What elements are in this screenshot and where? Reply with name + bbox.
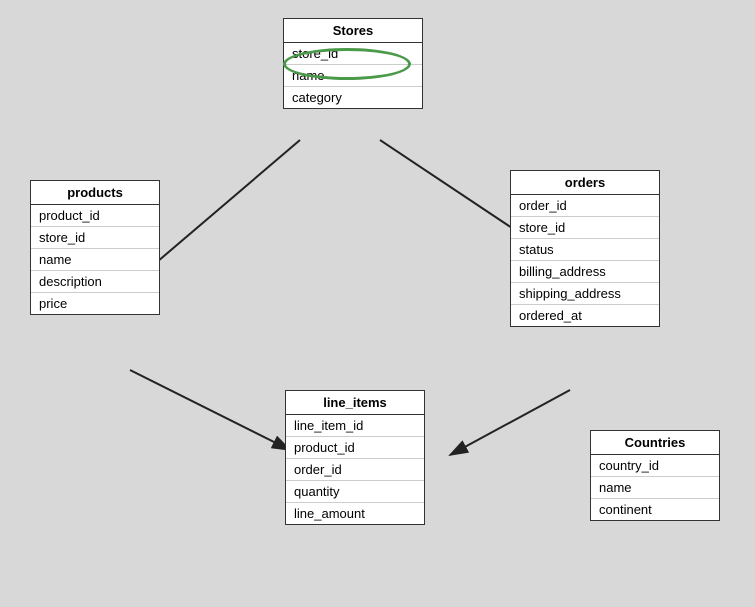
orders-table: orders order_id store_id status billing_… — [510, 170, 660, 327]
stores-field-category: category — [284, 87, 422, 108]
products-field-price: price — [31, 293, 159, 314]
line-items-field-quantity: quantity — [286, 481, 424, 503]
products-field-name: name — [31, 249, 159, 271]
orders-field-shipping-address: shipping_address — [511, 283, 659, 305]
orders-field-status: status — [511, 239, 659, 261]
line-items-field-line-amount: line_amount — [286, 503, 424, 524]
products-field-description: description — [31, 271, 159, 293]
stores-header: Stores — [284, 19, 422, 43]
stores-table: Stores store_id name category — [283, 18, 423, 109]
line-items-field-order-id: order_id — [286, 459, 424, 481]
line-items-header: line_items — [286, 391, 424, 415]
line-items-field-product-id: product_id — [286, 437, 424, 459]
stores-field-store-id: store_id — [284, 43, 422, 65]
products-field-store-id: store_id — [31, 227, 159, 249]
orders-field-billing-address: billing_address — [511, 261, 659, 283]
countries-field-name: name — [591, 477, 719, 499]
orders-field-order-id: order_id — [511, 195, 659, 217]
orders-field-ordered-at: ordered_at — [511, 305, 659, 326]
products-field-product-id: product_id — [31, 205, 159, 227]
countries-field-continent: continent — [591, 499, 719, 520]
orders-field-store-id: store_id — [511, 217, 659, 239]
products-header: products — [31, 181, 159, 205]
products-table: products product_id store_id name descri… — [30, 180, 160, 315]
line-items-table: line_items line_item_id product_id order… — [285, 390, 425, 525]
countries-table: Countries country_id name continent — [590, 430, 720, 521]
countries-field-country-id: country_id — [591, 455, 719, 477]
orders-header: orders — [511, 171, 659, 195]
line-items-field-line-item-id: line_item_id — [286, 415, 424, 437]
stores-field-name: name — [284, 65, 422, 87]
countries-header: Countries — [591, 431, 719, 455]
